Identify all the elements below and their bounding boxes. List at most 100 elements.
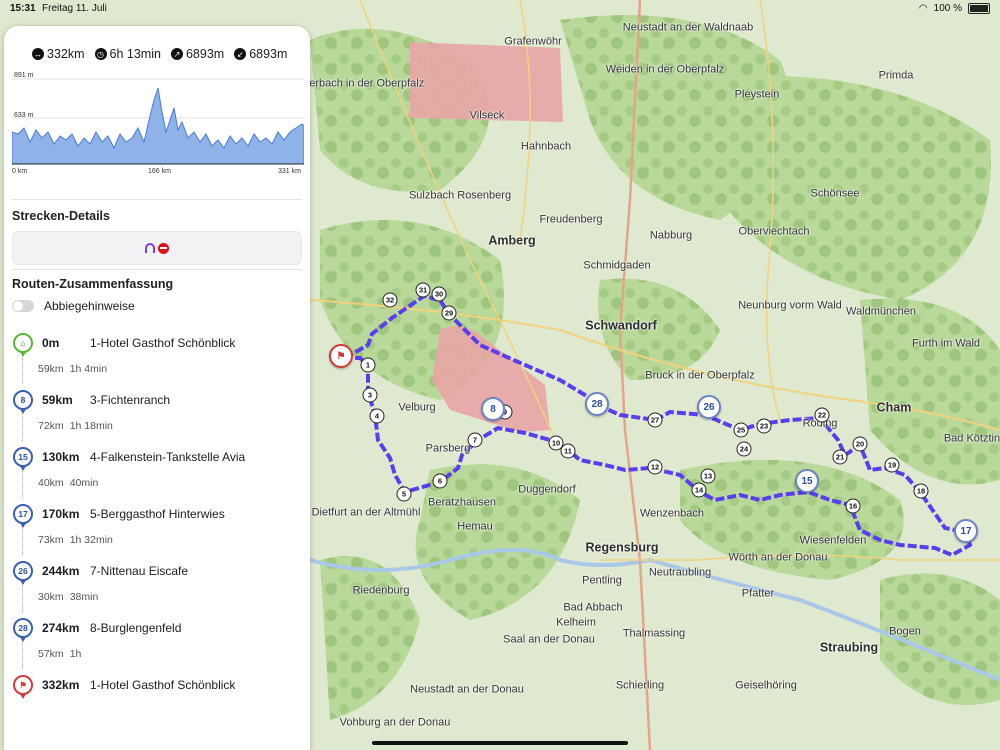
leg-connector xyxy=(22,525,23,555)
leg-distance: 59km xyxy=(38,363,64,375)
route-stop[interactable]: 28 274km 8-Burglengenfeld xyxy=(4,615,310,642)
route-stop[interactable]: 8 59km 3-Fichtenranch xyxy=(4,387,310,414)
divider xyxy=(12,269,302,270)
elevation-profile[interactable]: 891 m 633 m 0 km 166 km 331 km xyxy=(12,72,304,182)
place-label: Bogen xyxy=(889,625,921,638)
battery-icon xyxy=(968,3,990,14)
leg-distance: 30km xyxy=(38,591,64,603)
route-stop[interactable]: ⌂ 0m 1-Hotel Gasthof Schönblick xyxy=(4,330,310,357)
elevation-x-end: 331 km xyxy=(278,168,301,175)
place-label: Hahnbach xyxy=(520,140,572,153)
waypoint[interactable]: 1 xyxy=(360,357,376,373)
place-label: Waldmünchen xyxy=(846,305,916,318)
waypoint[interactable]: 7 xyxy=(467,432,483,448)
place-label: Schierling xyxy=(615,679,665,692)
place-label: Wenzenbach xyxy=(639,507,705,520)
waypoint[interactable]: 5 xyxy=(396,486,412,502)
waypoint[interactable]: 21 xyxy=(832,449,848,465)
stop-pin[interactable]: 17 xyxy=(954,519,978,543)
waypoint[interactable]: 29 xyxy=(441,305,457,321)
waypoint[interactable]: 3 xyxy=(362,387,378,403)
stop-pin[interactable]: 15 xyxy=(795,469,819,493)
place-label: Neunburg vorm Wald xyxy=(738,299,842,312)
distance-icon: ↔ xyxy=(32,48,44,60)
route-details-box[interactable] xyxy=(12,231,302,265)
stop-distance: 59km xyxy=(42,393,73,407)
route-stop[interactable]: ⚑ 332km 1-Hotel Gasthof Schönblick xyxy=(4,672,310,699)
waypoint[interactable]: 6 xyxy=(432,473,448,489)
leg-distance: 72km xyxy=(38,420,64,432)
summary-title: Routen-Zusammenfassung xyxy=(12,277,174,291)
leg-info: 57km 1h xyxy=(38,648,81,660)
route-stop[interactable]: 17 170km 5-Berggasthof Hinterwies xyxy=(4,501,310,528)
leg-connector xyxy=(22,468,23,498)
waypoint[interactable]: 30 xyxy=(431,286,447,302)
place-label: Schmidgaden xyxy=(583,259,651,272)
home-icon: ⌂ xyxy=(13,333,33,357)
place-label: Beratzhausen xyxy=(428,496,496,509)
leg-connector xyxy=(22,639,23,669)
waypoint[interactable]: 12 xyxy=(647,459,663,475)
waypoint[interactable]: 20 xyxy=(852,436,868,452)
stat-descent-value: 6893m xyxy=(249,47,288,61)
place-label: Riedenburg xyxy=(352,584,410,597)
turn-hints-toggle[interactable] xyxy=(12,300,34,312)
place-label: Auerbach in der Oberpfalz xyxy=(295,77,425,90)
stop-distance: 274km xyxy=(42,621,80,635)
place-label: Schwandorf xyxy=(585,318,657,333)
waypoint[interactable]: 16 xyxy=(845,498,861,514)
place-label: Saal an der Donau xyxy=(503,633,595,646)
leg-time: 1h 18min xyxy=(69,420,113,432)
leg-connector xyxy=(22,411,23,441)
stop-name: 7-Nittenau Eiscafe xyxy=(90,564,189,578)
status-battery-label: 100 % xyxy=(933,3,962,14)
turn-hints-row: Abbiegehinweise xyxy=(12,299,135,313)
stop-pin[interactable]: 28 xyxy=(585,392,609,416)
leg-time: 1h xyxy=(69,648,82,660)
route-stop[interactable]: 15 130km 4-Falkenstein-Tankstelle Avia xyxy=(4,444,310,471)
leg-connector xyxy=(22,354,23,384)
stop-distance: 130km xyxy=(42,450,80,464)
stop-pin[interactable]: 26 xyxy=(697,395,721,419)
leg-time: 40min xyxy=(69,477,99,489)
elevation-chart xyxy=(12,78,304,165)
waypoint[interactable]: 14 xyxy=(691,482,707,498)
waypoint[interactable]: 22 xyxy=(814,407,830,423)
elevation-x-mid: 166 km xyxy=(148,168,171,175)
place-label: Oberviechtach xyxy=(738,225,810,238)
place-label: Hemau xyxy=(457,520,493,533)
place-label: Duggendorf xyxy=(518,483,576,496)
waypoint[interactable]: 31 xyxy=(415,282,431,298)
stop-name: 1-Hotel Gasthof Schönblick xyxy=(90,336,236,350)
status-bar: 15:31 Freitag 11. Juli ◠ 100 % xyxy=(0,0,1000,18)
route-stop[interactable]: 26 244km 7-Nittenau Eiscafe xyxy=(4,558,310,585)
place-label: Vilseck xyxy=(469,109,505,122)
stop-distance: 170km xyxy=(42,507,80,521)
waypoint[interactable]: 19 xyxy=(884,457,900,473)
place-label: Bad Abbach xyxy=(563,601,623,614)
place-label: Pleystein xyxy=(734,88,780,101)
waypoint[interactable]: 11 xyxy=(560,443,576,459)
leg-time: 1h 32min xyxy=(69,534,113,546)
waypoint[interactable]: 27 xyxy=(647,412,663,428)
waypoint[interactable]: 23 xyxy=(756,418,772,434)
waypoint[interactable]: 25 xyxy=(733,422,749,438)
waypoint[interactable]: 13 xyxy=(700,468,716,484)
place-label: Vohburg an der Donau xyxy=(339,716,451,729)
stop-distance: 332km xyxy=(42,678,80,692)
waypoint[interactable]: 24 xyxy=(736,441,752,457)
home-indicator[interactable] xyxy=(372,741,628,745)
waypoint[interactable]: 32 xyxy=(382,292,398,308)
leg-info: 72km 1h 18min xyxy=(38,420,113,432)
place-label: Parsberg xyxy=(425,442,471,455)
stat-distance: ↔ 332km xyxy=(32,47,85,61)
finish-flag-icon: ⚑ xyxy=(13,675,33,699)
waypoint[interactable]: 18 xyxy=(913,483,929,499)
stop-pin[interactable]: 8 xyxy=(481,397,505,421)
divider xyxy=(12,199,302,200)
leg-time: 38min xyxy=(69,591,99,603)
waypoint[interactable]: 4 xyxy=(369,408,385,424)
place-label: Geiselhöring xyxy=(735,679,797,692)
finish-flag-pin[interactable]: ⚑ xyxy=(329,344,353,368)
stat-descent: ↙ 6893m xyxy=(234,47,287,61)
